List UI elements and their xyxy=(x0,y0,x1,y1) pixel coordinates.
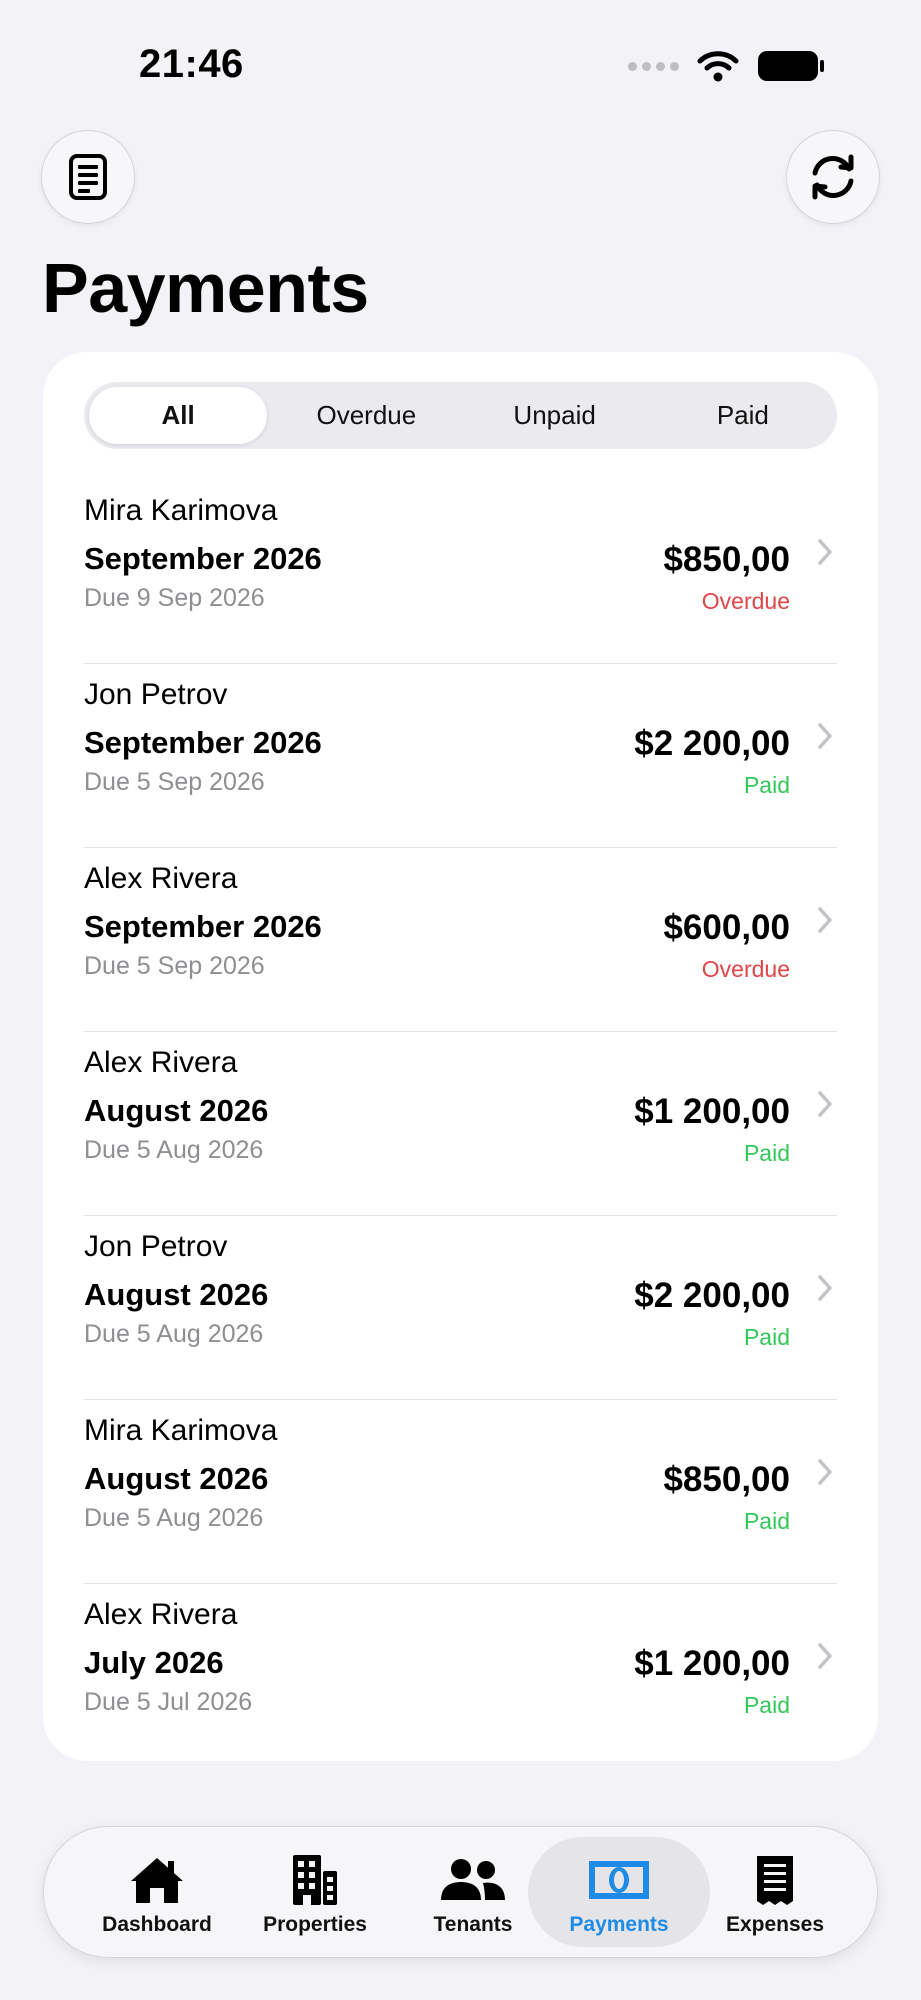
tenant-name: Alex Rivera xyxy=(84,862,238,895)
status-label: Overdue xyxy=(701,956,790,982)
tab-label: Properties xyxy=(263,1913,367,1936)
tab-dashboard[interactable]: Dashboard xyxy=(66,1837,248,1947)
payment-period: August 2026 xyxy=(84,1093,269,1128)
tenant-name: Jon Petrov xyxy=(84,1230,228,1263)
due-date: Due 5 Aug 2026 xyxy=(84,1320,264,1348)
filter-unpaid[interactable]: Unpaid xyxy=(466,387,644,444)
house-icon xyxy=(131,1858,183,1903)
chevron-right-icon xyxy=(818,1091,832,1117)
receipt-icon xyxy=(757,1856,793,1905)
chevron-right-icon xyxy=(818,1459,832,1485)
payment-row[interactable]: Alex Rivera July 2026 Due 5 Jul 2026 $1 … xyxy=(84,1584,837,1767)
payment-period: September 2026 xyxy=(84,725,322,760)
chevron-right-icon xyxy=(818,1275,832,1301)
payment-row[interactable]: Alex Rivera August 2026 Due 5 Aug 2026 $… xyxy=(84,1032,837,1216)
payment-period: August 2026 xyxy=(84,1277,269,1312)
payment-row[interactable]: Alex Rivera September 2026 Due 5 Sep 202… xyxy=(84,848,837,1032)
due-date: Due 5 Jul 2026 xyxy=(84,1688,253,1716)
status-time: 21:46 xyxy=(139,42,244,86)
due-date: Due 9 Sep 2026 xyxy=(84,584,265,612)
payment-amount: $600,00 xyxy=(663,908,790,947)
tab-label: Dashboard xyxy=(102,1913,212,1936)
payment-amount: $850,00 xyxy=(663,1460,790,1499)
payment-row[interactable]: Jon Petrov August 2026 Due 5 Aug 2026 $2… xyxy=(84,1216,837,1400)
tab-label: Expenses xyxy=(725,1913,825,1936)
tab-label: Payments xyxy=(569,1913,669,1936)
tenant-name: Jon Petrov xyxy=(84,678,228,711)
status-label: Paid xyxy=(743,1508,790,1534)
payments-card: All Overdue Unpaid Paid Mira Karimova Se… xyxy=(43,352,878,1761)
due-date: Due 5 Sep 2026 xyxy=(84,952,265,980)
filter-overdue[interactable]: Overdue xyxy=(277,387,455,444)
status-label: Paid xyxy=(743,772,790,798)
payment-amount: $2 200,00 xyxy=(634,724,790,763)
status-label: Paid xyxy=(743,1324,790,1350)
tenant-name: Mira Karimova xyxy=(84,494,278,527)
chevron-right-icon xyxy=(818,1643,832,1669)
tab-bar: Dashboard Properties Tenants Payments Ex… xyxy=(43,1826,878,1958)
payment-period: August 2026 xyxy=(84,1461,269,1496)
banknote-icon xyxy=(589,1861,649,1899)
payment-row[interactable]: Mira Karimova August 2026 Due 5 Aug 2026… xyxy=(84,1400,837,1584)
tenant-name: Mira Karimova xyxy=(84,1414,278,1447)
due-date: Due 5 Aug 2026 xyxy=(84,1136,264,1164)
status-label: Paid xyxy=(743,1692,790,1718)
payment-period: July 2026 xyxy=(84,1645,224,1680)
status-label: Paid xyxy=(743,1140,790,1166)
people-icon xyxy=(441,1859,505,1900)
payment-row[interactable]: Jon Petrov September 2026 Due 5 Sep 2026… xyxy=(84,664,837,848)
payment-amount: $2 200,00 xyxy=(634,1276,790,1315)
due-date: Due 5 Aug 2026 xyxy=(84,1504,264,1532)
reports-button[interactable] xyxy=(41,130,135,224)
tab-label: Tenants xyxy=(433,1913,513,1936)
tab-expenses[interactable]: Expenses xyxy=(684,1837,866,1947)
status-label: Overdue xyxy=(701,588,790,614)
tab-properties[interactable]: Properties xyxy=(224,1837,406,1947)
battery-icon xyxy=(758,51,824,81)
payment-amount: $850,00 xyxy=(663,540,790,579)
due-date: Due 5 Sep 2026 xyxy=(84,768,265,796)
status-bar: 21:46 xyxy=(0,0,921,130)
filter-paid[interactable]: Paid xyxy=(654,387,832,444)
cellular-signal-icon xyxy=(628,61,679,71)
tab-payments[interactable]: Payments xyxy=(528,1837,710,1947)
status-icons xyxy=(628,50,825,82)
tenant-name: Alex Rivera xyxy=(84,1046,238,1079)
document-icon xyxy=(69,154,107,200)
chevron-right-icon xyxy=(818,907,832,933)
chevron-right-icon xyxy=(818,723,832,749)
sync-icon xyxy=(812,154,854,200)
payment-period: September 2026 xyxy=(84,541,322,576)
payment-row[interactable]: Mira Karimova September 2026 Due 9 Sep 2… xyxy=(84,480,837,664)
building-icon xyxy=(293,1855,337,1905)
payment-period: September 2026 xyxy=(84,909,322,944)
payment-amount: $1 200,00 xyxy=(634,1644,790,1683)
sync-button[interactable] xyxy=(786,130,880,224)
wifi-icon xyxy=(697,51,739,82)
tenant-name: Alex Rivera xyxy=(84,1598,238,1631)
chevron-right-icon xyxy=(818,539,832,565)
filter-all[interactable]: All xyxy=(89,387,268,444)
payments-list: Mira Karimova September 2026 Due 9 Sep 2… xyxy=(84,480,837,1767)
status-filter: All Overdue Unpaid Paid xyxy=(84,382,837,449)
page-title: Payments xyxy=(42,249,369,327)
payment-amount: $1 200,00 xyxy=(634,1092,790,1131)
